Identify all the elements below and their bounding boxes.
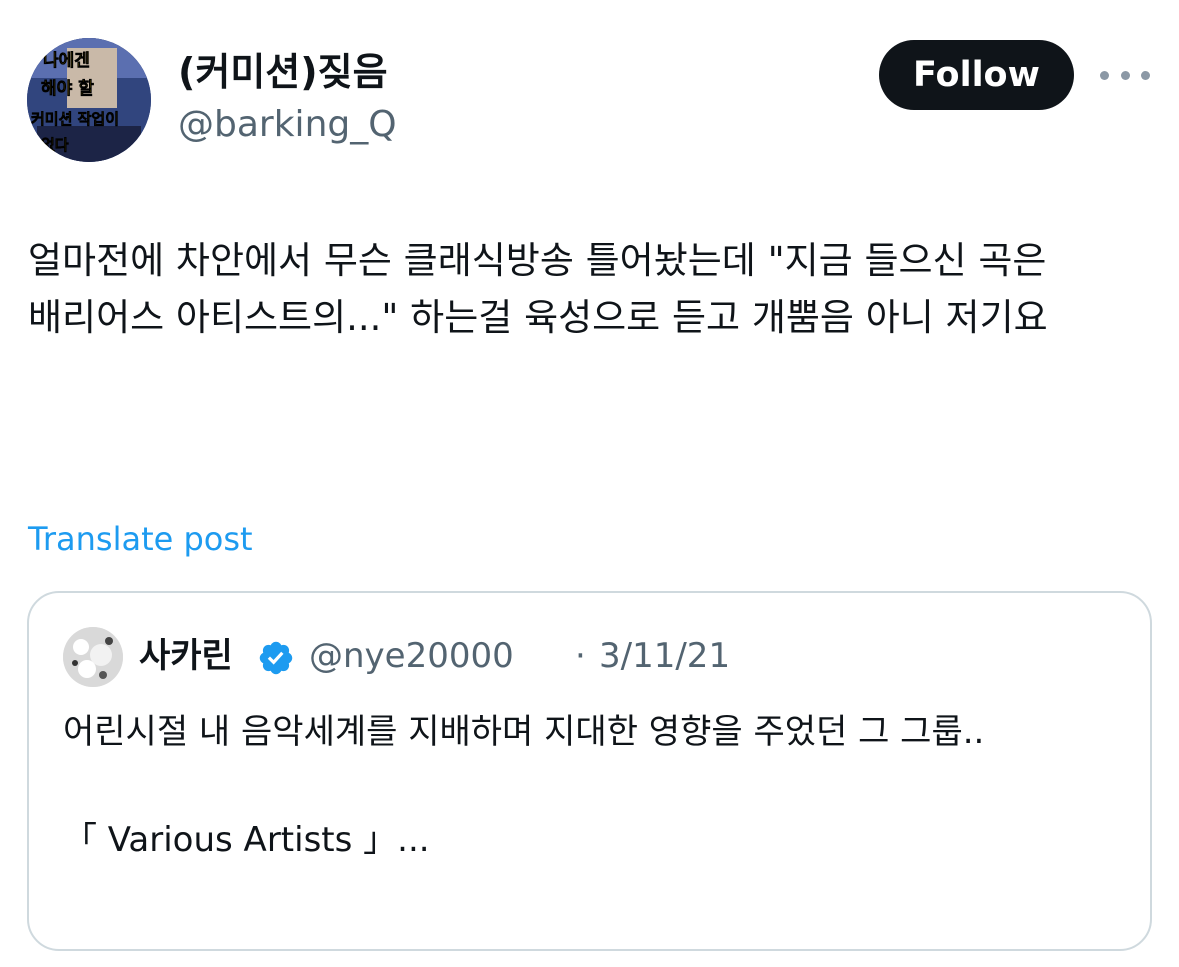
quote-separator: ·	[575, 636, 586, 676]
quote-avatar-image	[63, 627, 123, 687]
post-text: 얼마전에 차안에서 무슨 클래식방송 틀어놨는데 "지금 들으신 곡은 배리어스…	[28, 239, 1059, 339]
quote-author-name: 사카린	[139, 636, 233, 676]
follow-button[interactable]: Follow	[879, 40, 1074, 110]
quote-author-avatar	[63, 627, 123, 687]
author-display-name[interactable]: (커미션)짖음	[178, 48, 388, 96]
author-avatar[interactable]: 나에겐 해야 할 커미션 작업이 없다	[27, 38, 151, 162]
author-avatar-image: 나에겐 해야 할 커미션 작업이 없다	[27, 38, 151, 162]
avatar-text-4: 없다	[41, 136, 69, 154]
avatar-text-1: 나에겐	[43, 51, 90, 71]
quote-author-handle: @nye20000	[309, 636, 514, 676]
post: 나에겐 해야 할 커미션 작업이 없다 (커미션)짖음 @barking_Q F…	[0, 0, 1179, 967]
quoted-post-card[interactable]: 사카린 @nye20000 · 3/11/21 어린시절 내 음악세계를 지배하…	[27, 591, 1152, 951]
quote-text: 어린시절 내 음악세계를 지배하며 지대한 영향을 주었던 그 그룹.. 「 V…	[63, 712, 985, 860]
verified-badge-icon	[259, 641, 293, 675]
quote-date: 3/11/21	[599, 636, 731, 676]
more-icon[interactable]	[1100, 60, 1150, 90]
avatar-text-3: 커미션 작업이	[31, 110, 119, 128]
author-handle[interactable]: @barking_Q	[178, 102, 397, 148]
avatar-text-2: 해야 할	[41, 79, 94, 99]
translate-post-link[interactable]: Translate post	[28, 518, 253, 560]
